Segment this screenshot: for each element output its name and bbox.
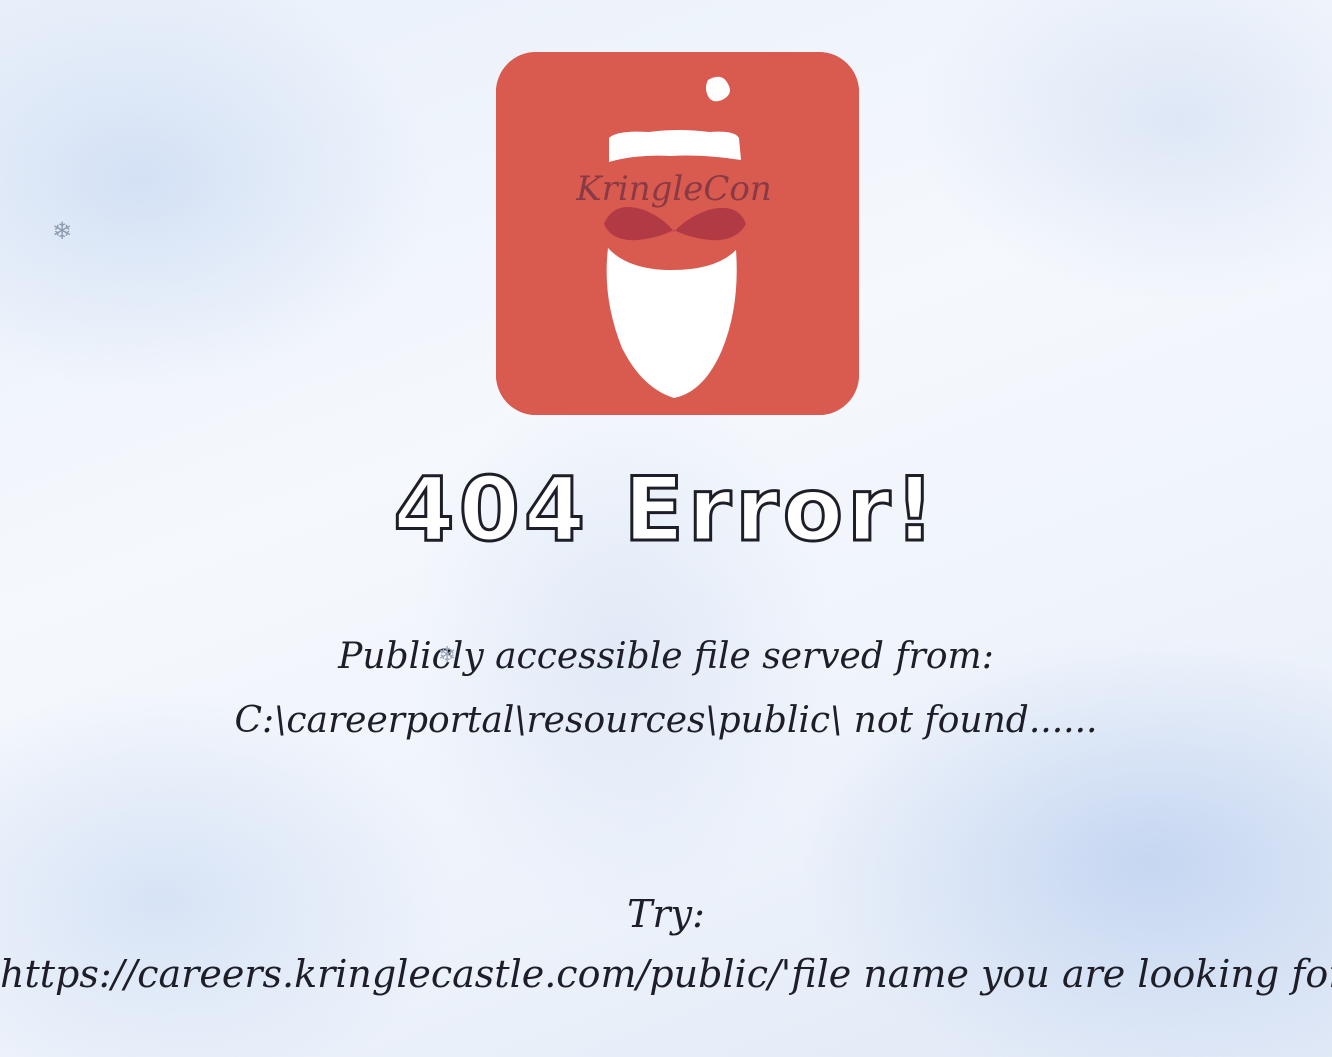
logo-lettering: KringleCon xyxy=(575,169,772,209)
kringlecon-santa-logo-icon: KringleCon xyxy=(496,52,859,415)
try-label: Try: xyxy=(627,892,705,936)
snowflake-icon: ❄ xyxy=(52,217,73,245)
error-message-line-1: Publicly accessible file served from: xyxy=(338,636,994,677)
snowflake-icon: ❄ xyxy=(438,643,457,668)
error-title: 404 Error! xyxy=(392,458,939,561)
error-message-path: C:\careerportal\resources\public\ not fo… xyxy=(234,700,1098,741)
suggested-url: https://careers.kringlecastle.com/public… xyxy=(0,952,1332,996)
